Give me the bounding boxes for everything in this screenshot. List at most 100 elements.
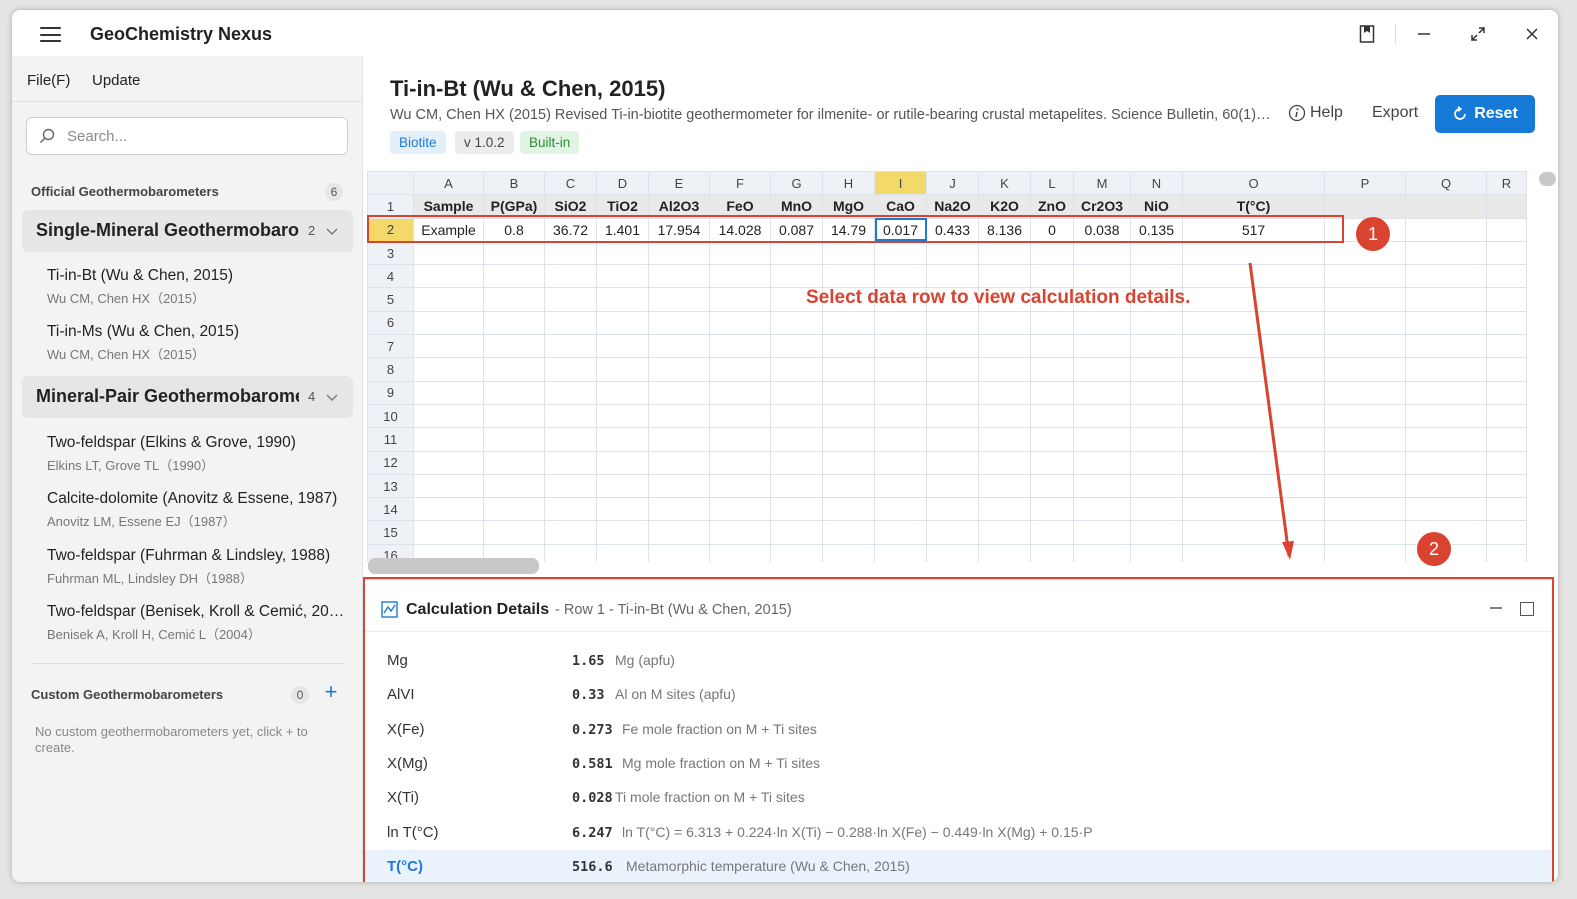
table-cell[interactable]	[978, 543, 1031, 562]
table-cell[interactable]	[1073, 357, 1131, 382]
table-cell[interactable]	[1073, 380, 1131, 405]
table-cell[interactable]	[1405, 357, 1487, 382]
table-cell[interactable]	[978, 334, 1031, 359]
table-cell[interactable]	[544, 403, 597, 429]
table-cell[interactable]	[770, 310, 823, 336]
table-cell[interactable]	[770, 240, 823, 266]
table-cell[interactable]	[648, 334, 710, 359]
table-cell[interactable]	[648, 287, 710, 312]
table-cell[interactable]	[596, 473, 649, 499]
table-cell[interactable]	[544, 310, 597, 336]
table-cell[interactable]	[822, 334, 875, 359]
table-cell[interactable]	[413, 450, 484, 475]
column-header-h[interactable]: H	[822, 171, 875, 196]
table-cell[interactable]	[1405, 497, 1487, 522]
table-cell[interactable]	[1405, 334, 1487, 359]
table-cell[interactable]	[1073, 450, 1131, 475]
table-cell[interactable]	[596, 380, 649, 405]
table-cell[interactable]	[1486, 240, 1527, 266]
table-cell[interactable]	[1486, 403, 1527, 429]
table-cell[interactable]	[926, 427, 979, 452]
column-header-r[interactable]: R	[1486, 171, 1527, 196]
table-cell[interactable]	[1486, 217, 1527, 242]
table-cell[interactable]	[483, 520, 545, 545]
table-cell[interactable]	[1486, 450, 1527, 475]
table-cell[interactable]	[544, 240, 597, 266]
table-cell[interactable]	[1073, 334, 1131, 359]
table-cell[interactable]	[648, 403, 710, 429]
table-cell[interactable]	[1130, 264, 1183, 289]
table-cell[interactable]	[1073, 543, 1131, 562]
table-row[interactable]: 14	[367, 497, 1527, 522]
row-header[interactable]: 12	[367, 450, 414, 475]
table-cell[interactable]	[926, 520, 979, 545]
table-cell[interactable]	[1324, 380, 1406, 405]
table-cell[interactable]	[1130, 310, 1183, 336]
row-header[interactable]: 3	[367, 240, 414, 266]
table-cell[interactable]	[978, 403, 1031, 429]
table-cell[interactable]	[1324, 334, 1406, 359]
table-cell[interactable]	[926, 334, 979, 359]
table-cell[interactable]	[709, 520, 771, 545]
table-cell[interactable]	[1030, 403, 1074, 429]
table-cell[interactable]	[822, 357, 875, 382]
table-cell[interactable]	[483, 264, 545, 289]
table-cell[interactable]	[1324, 450, 1406, 475]
table-cell[interactable]	[1324, 473, 1406, 499]
table-cell[interactable]	[1486, 427, 1527, 452]
table-cell[interactable]	[770, 403, 823, 429]
table-cell[interactable]	[596, 310, 649, 336]
table-cell[interactable]	[874, 497, 927, 522]
table-cell[interactable]	[1030, 543, 1074, 562]
table-cell[interactable]	[1486, 194, 1527, 219]
horizontal-scrollbar[interactable]	[368, 558, 539, 574]
vertical-scrollbar[interactable]	[1539, 172, 1556, 186]
table-cell[interactable]	[1030, 357, 1074, 382]
table-cell[interactable]	[413, 497, 484, 522]
table-cell[interactable]	[709, 240, 771, 266]
table-cell[interactable]	[926, 473, 979, 499]
table-cell[interactable]	[483, 334, 545, 359]
table-cell[interactable]	[822, 240, 875, 266]
table-cell[interactable]	[822, 450, 875, 475]
table-cell[interactable]	[1030, 380, 1074, 405]
table-cell[interactable]	[926, 264, 979, 289]
row-header[interactable]: 13	[367, 473, 414, 499]
table-cell[interactable]	[483, 240, 545, 266]
bookmark-icon[interactable]	[1355, 22, 1379, 46]
table-cell[interactable]	[926, 380, 979, 405]
group-mineral-pair[interactable]: Mineral-Pair Geothermobarometers 4	[22, 376, 353, 418]
table-cell[interactable]	[648, 497, 710, 522]
table-cell[interactable]	[1324, 520, 1406, 545]
table-cell[interactable]	[1405, 450, 1487, 475]
row-header[interactable]: 4	[367, 264, 414, 289]
table-row[interactable]: 9	[367, 380, 1527, 405]
table-cell[interactable]	[1073, 427, 1131, 452]
table-cell[interactable]	[1030, 310, 1074, 336]
table-cell[interactable]	[709, 380, 771, 405]
column-header-a[interactable]: A	[413, 171, 484, 196]
table-cell[interactable]	[648, 380, 710, 405]
table-cell[interactable]	[413, 357, 484, 382]
column-header-l[interactable]: L	[1030, 171, 1074, 196]
table-cell[interactable]	[544, 543, 597, 562]
table-cell[interactable]	[483, 287, 545, 312]
table-row[interactable]: 12	[367, 450, 1527, 475]
table-cell[interactable]	[483, 357, 545, 382]
table-cell[interactable]	[1486, 520, 1527, 545]
column-header-g[interactable]: G	[770, 171, 823, 196]
row-header[interactable]: 5	[367, 287, 414, 312]
table-cell[interactable]	[709, 450, 771, 475]
table-cell[interactable]	[1405, 427, 1487, 452]
column-header-e[interactable]: E	[648, 171, 710, 196]
column-header-m[interactable]: M	[1073, 171, 1131, 196]
table-cell[interactable]	[822, 310, 875, 336]
table-cell[interactable]	[770, 497, 823, 522]
table-cell[interactable]	[483, 380, 545, 405]
table-cell[interactable]	[1486, 497, 1527, 522]
table-cell[interactable]	[1405, 380, 1487, 405]
table-cell[interactable]	[1130, 403, 1183, 429]
table-cell[interactable]	[1130, 334, 1183, 359]
table-row[interactable]: 13	[367, 473, 1527, 499]
table-cell[interactable]	[709, 310, 771, 336]
